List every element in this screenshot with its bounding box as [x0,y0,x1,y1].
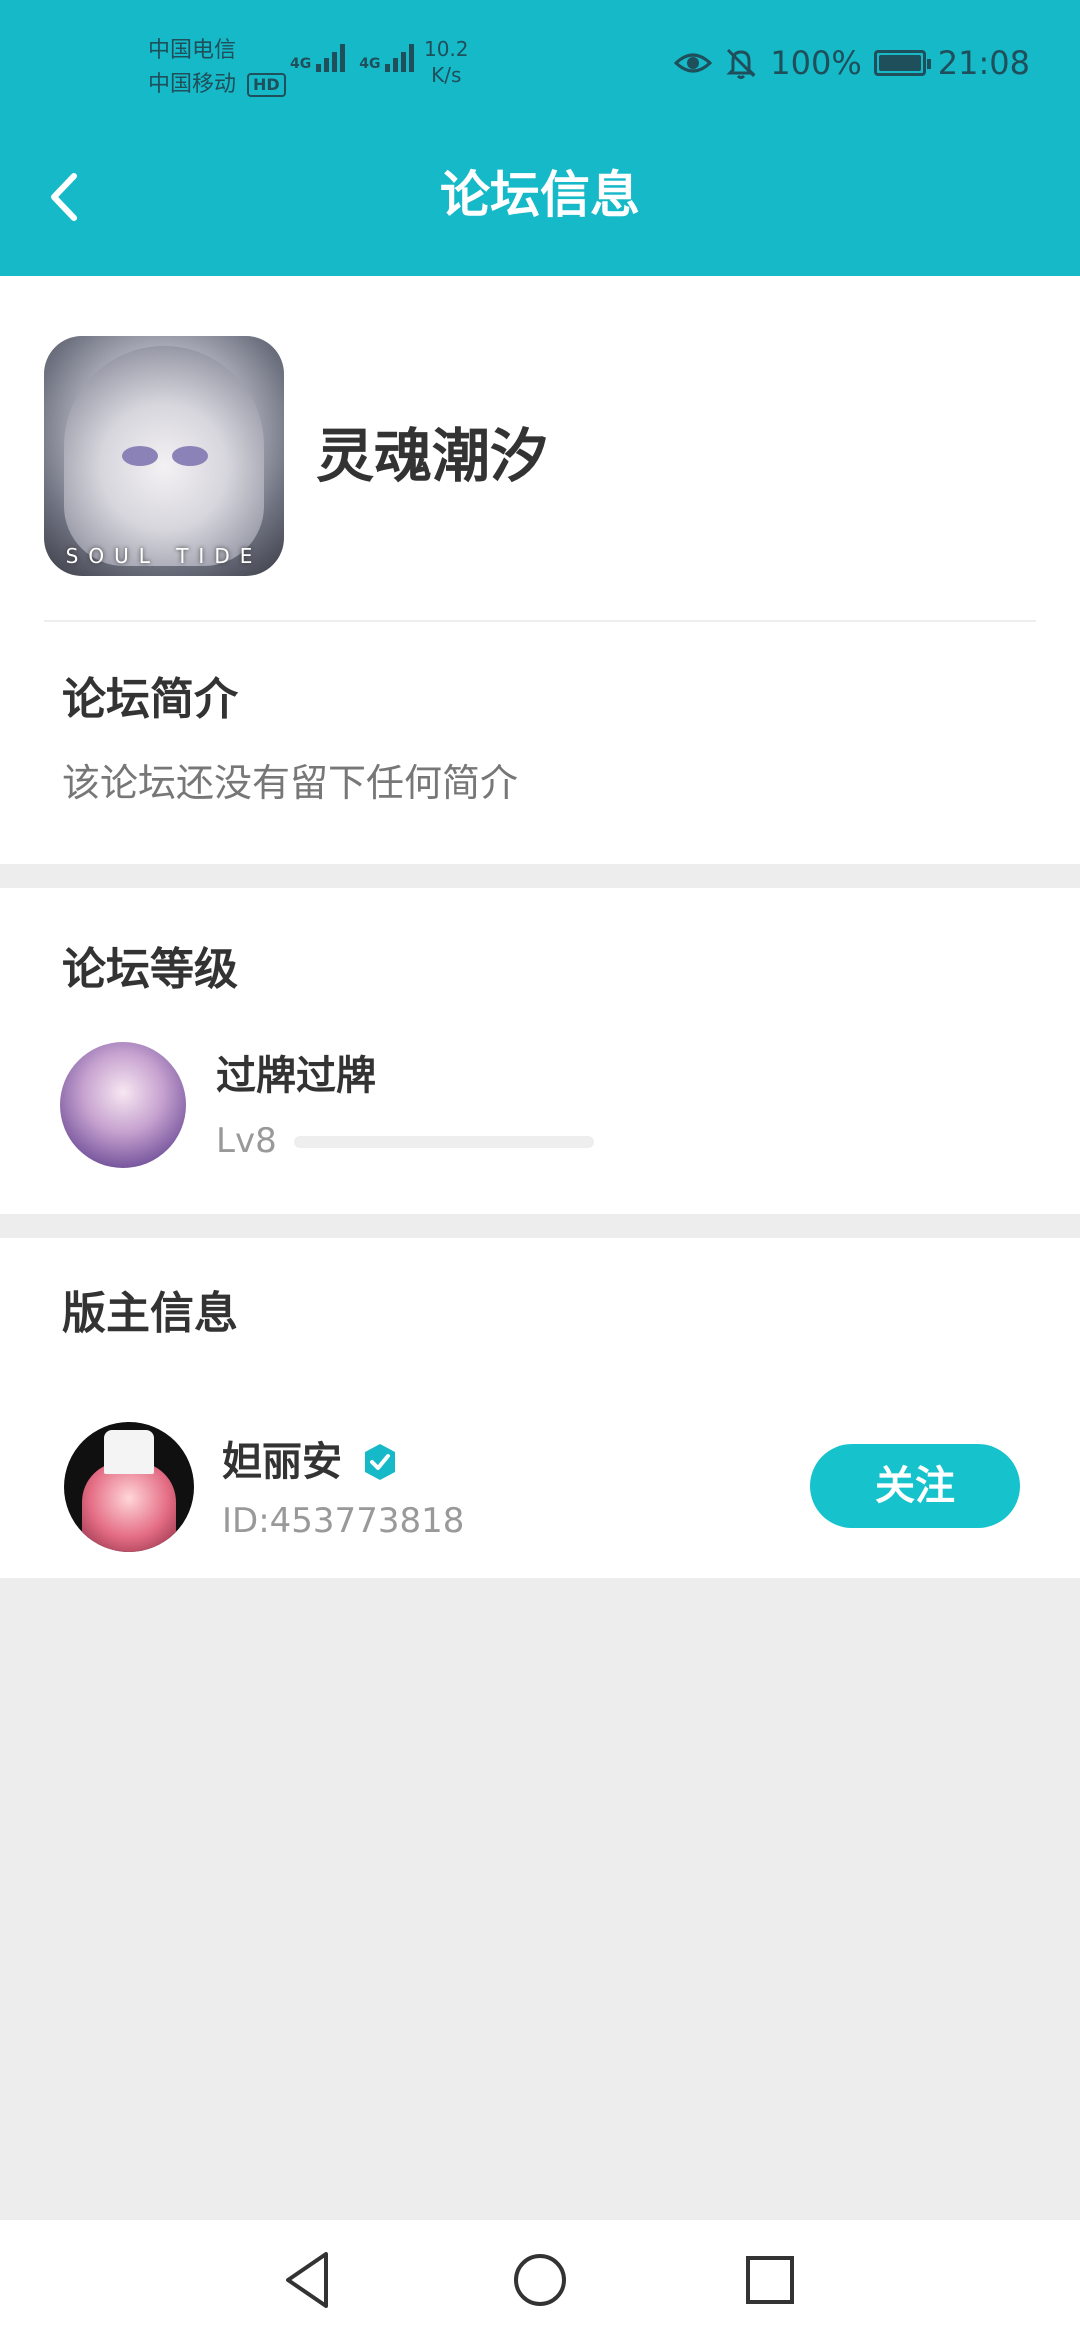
forum-info-section: SOUL TIDE 灵魂潮汐 论坛简介 该论坛还没有留下任何简介 [0,276,1080,864]
square-recent-icon[interactable] [730,2244,810,2316]
level-title: 论坛等级 [62,944,238,995]
eye-icon [674,53,713,73]
app-header: 中国电信 中国移动 HD 4G 4G 10.2 K/s 100% 21:08 论… [0,0,1080,276]
signal-bar [340,44,346,72]
system-nav-bar [0,2220,1080,2340]
avatar-art [82,1462,176,1552]
signal-bar [316,64,322,72]
network-type-2: 4G [359,56,381,72]
battery-fill [878,55,921,71]
signal-icon: 4G [290,44,346,72]
forum-avatar: SOUL TIDE [44,336,284,576]
divider [44,620,1036,622]
intro-title: 论坛简介 [62,674,238,725]
moderator-title: 版主信息 [62,1288,238,1339]
signal-bar [401,52,407,72]
network-speed: 10.2 K/s [424,36,469,88]
carrier-info: 中国电信 中国移动 HD [148,34,286,102]
signal-bar [332,52,338,72]
hd-badge: HD [247,73,286,97]
signal-bar [385,64,391,72]
signal-indicators: 4G 4G [290,44,415,72]
speed-unit: K/s [431,63,462,87]
clock: 21:08 [937,44,1030,82]
battery-icon [873,50,931,76]
avatar-eye [122,446,158,466]
signal-bar [393,58,399,72]
page-title: 论坛信息 [440,166,640,224]
forum-name: 灵魂潮汐 [316,422,549,490]
moderator-avatar[interactable] [64,1422,194,1552]
avatar-eye [172,446,208,466]
status-right: 100% 21:08 [674,44,1030,82]
carrier-2-row: 中国移动 HD [148,68,286,102]
forum-level-section: 论坛等级 过牌过牌 Lv8 [0,888,1080,1214]
level-lv: Lv8 [216,1121,277,1161]
circle-home-icon[interactable] [500,2244,580,2316]
level-name: 过牌过牌 [216,1053,376,1099]
battery-percent: 100% [770,44,862,82]
signal-icon: 4G [359,44,415,72]
carrier-2: 中国移动 [148,72,237,97]
status-bar: 中国电信 中国移动 HD 4G 4G 10.2 K/s 100% 21:08 [0,0,1080,130]
avatar-art [64,346,264,566]
moderator-id: ID:453773818 [222,1501,465,1541]
moderator-section: 版主信息 妲丽安 ID:453773818 关注 [0,1238,1080,1578]
moderator-name[interactable]: 妲丽安 [222,1434,342,1490]
speed-value: 10.2 [424,37,469,61]
intro-text: 该论坛还没有留下任何简介 [62,761,519,805]
signal-bar [409,44,415,72]
title-bar: 论坛信息 [0,130,1080,276]
level-avatar [60,1042,186,1168]
avatar-brand-text: SOUL TIDE [65,544,263,568]
network-type-1: 4G [290,56,312,72]
verified-badge-icon [365,1444,395,1480]
signal-bar [324,58,330,72]
level-progress-bar [294,1136,594,1148]
carrier-1: 中国电信 [148,38,237,63]
follow-button[interactable]: 关注 [810,1444,1020,1528]
avatar-art [104,1430,154,1474]
bell-off-icon [726,48,756,79]
triangle-back-icon[interactable] [270,2244,350,2316]
